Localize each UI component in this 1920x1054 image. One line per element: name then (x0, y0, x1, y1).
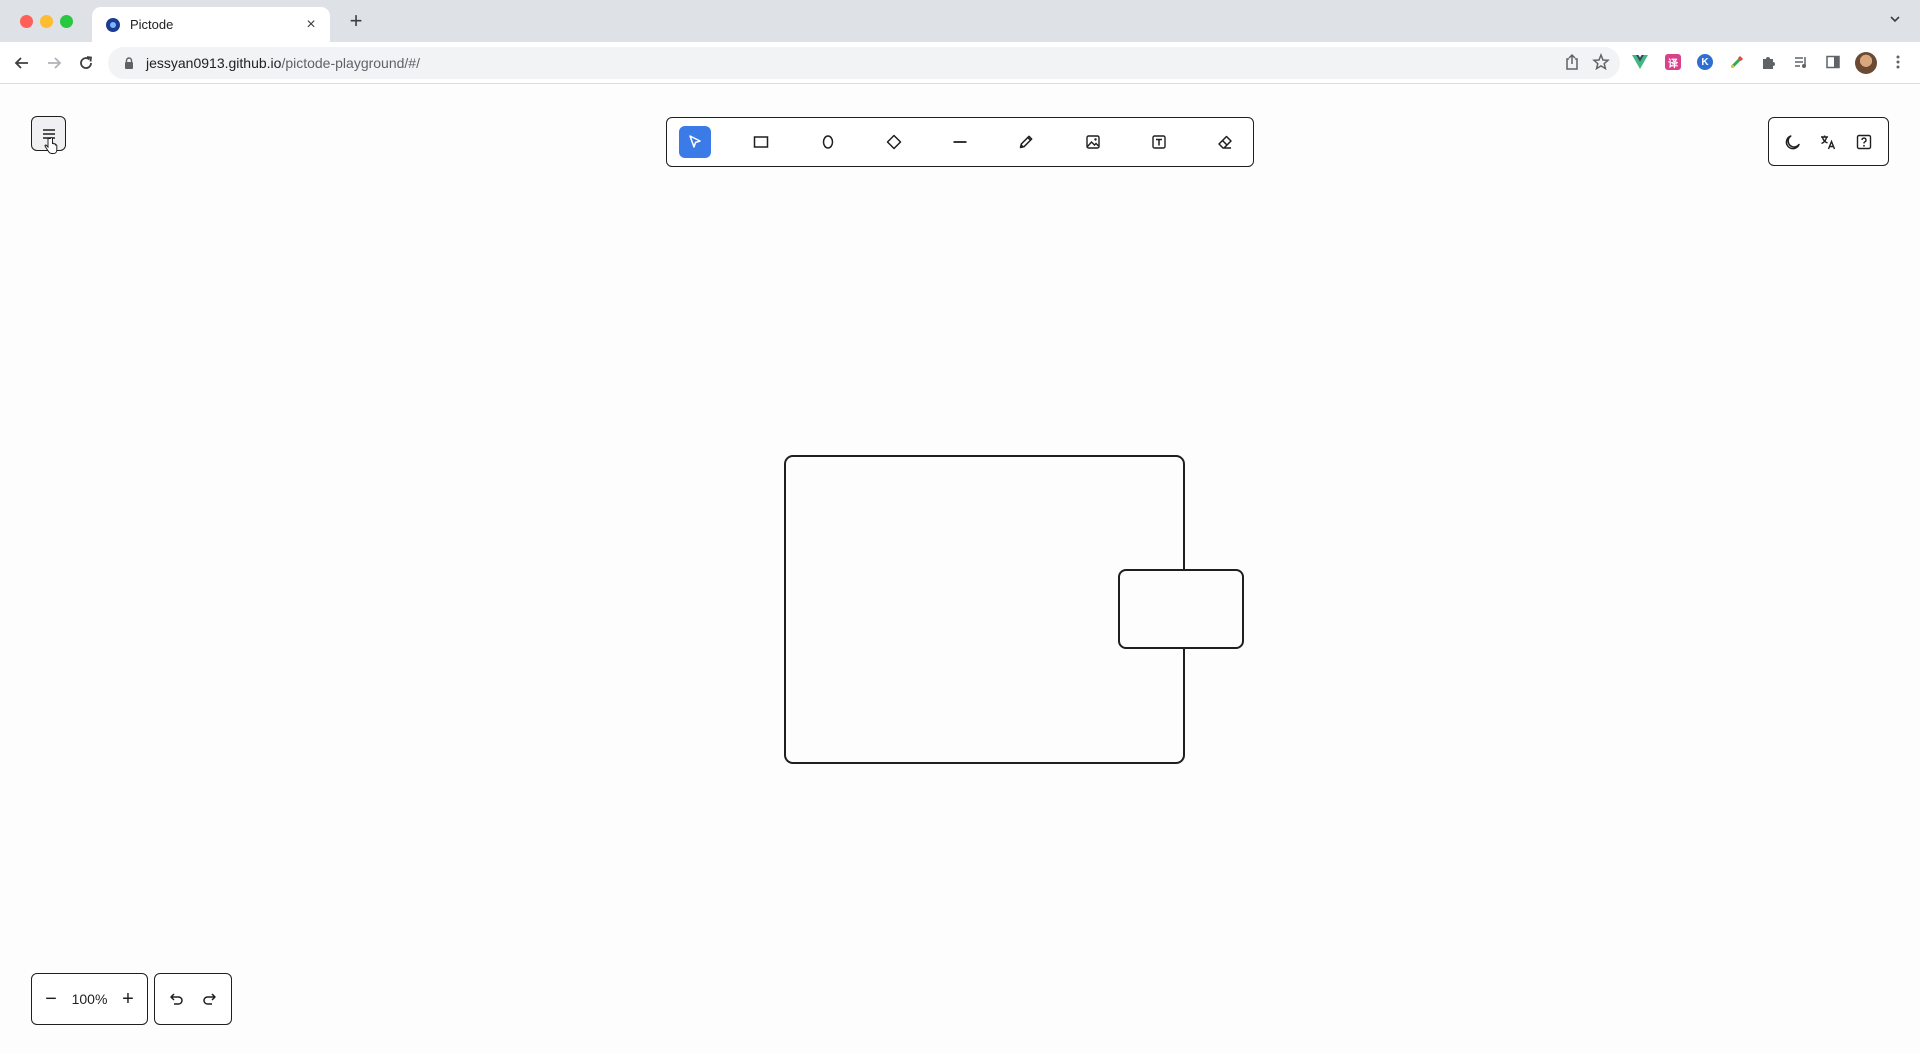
lock-icon[interactable] (122, 56, 136, 70)
tab-close-button[interactable]: × (302, 16, 320, 34)
back-arrow-icon[interactable] (10, 51, 34, 75)
tool-ellipse[interactable] (812, 126, 844, 158)
eraser-icon (1218, 135, 1232, 149)
tool-text[interactable] (1143, 126, 1175, 158)
theme-toggle-button[interactable] (1779, 128, 1807, 156)
forward-arrow-icon[interactable] (42, 51, 66, 75)
tool-diamond[interactable] (878, 126, 910, 158)
diamond-icon (886, 134, 901, 150)
tool-pencil[interactable] (1010, 126, 1042, 158)
browser-toolbar: jessyan0913.github.io/pictode-playground… (0, 42, 1920, 84)
drawing-canvas[interactable] (0, 85, 1920, 1054)
small-rectangle[interactable] (1118, 569, 1244, 649)
address-bar[interactable]: jessyan0913.github.io/pictode-playground… (108, 47, 1620, 79)
window-close-button[interactable] (20, 15, 33, 28)
zoom-controls: − 100% + (31, 973, 148, 1025)
tab-title: Pictode (130, 17, 174, 32)
profile-avatar[interactable] (1855, 52, 1877, 74)
tab-search-chevron-icon[interactable] (1888, 12, 1902, 31)
help-button[interactable] (1850, 128, 1878, 156)
share-icon[interactable] (1564, 53, 1580, 76)
tool-eraser[interactable] (1209, 126, 1241, 158)
redo-button[interactable] (199, 988, 221, 1010)
tool-image[interactable] (1077, 126, 1109, 158)
pictode-app: − 100% + (0, 85, 1920, 1054)
url-path: /pictode-playground/#/ (281, 55, 420, 71)
language-button[interactable] (1814, 128, 1842, 156)
browser-tab[interactable]: Pictode × (92, 7, 330, 42)
pencil-icon (1020, 135, 1033, 149)
ellipse-icon (822, 135, 833, 149)
moon-icon (1785, 134, 1800, 149)
zoom-out-button[interactable]: − (40, 988, 62, 1010)
reload-icon[interactable] (74, 51, 98, 75)
translate-extension-icon[interactable]: 译 (1663, 52, 1683, 72)
window-minimize-button[interactable] (40, 15, 53, 28)
hand-pointer-cursor-icon (44, 137, 58, 154)
tool-line[interactable] (944, 126, 976, 158)
undo-button[interactable] (165, 988, 187, 1010)
color-picker-extension-icon[interactable] (1727, 52, 1747, 72)
extensions-puzzle-icon[interactable] (1759, 52, 1779, 72)
pointer-arrow-icon (689, 135, 701, 148)
undo-icon (170, 993, 183, 1005)
history-controls (154, 973, 232, 1025)
new-tab-button[interactable]: + (344, 9, 368, 33)
k-extension-icon[interactable]: K (1695, 52, 1715, 72)
drawing-toolbar (666, 117, 1254, 167)
help-question-icon (1856, 134, 1872, 149)
url-host: jessyan0913.github.io (146, 55, 282, 71)
redo-icon (203, 993, 216, 1005)
zoom-in-button[interactable]: + (117, 988, 139, 1010)
line-icon (953, 141, 967, 143)
image-icon (1085, 135, 1100, 149)
text-icon (1152, 135, 1166, 149)
bookmark-star-icon[interactable] (1592, 52, 1610, 76)
settings-toolbar (1768, 117, 1889, 166)
tool-rectangle[interactable] (745, 126, 777, 158)
zoom-level[interactable]: 100% (72, 991, 108, 1007)
browser-tabstrip: Pictode × + (0, 0, 1920, 42)
rectangle-icon (754, 136, 769, 148)
media-controls-icon[interactable] (1791, 52, 1811, 72)
vue-devtools-extension-icon[interactable] (1630, 52, 1650, 72)
tool-select[interactable] (679, 126, 711, 158)
window-maximize-button[interactable] (60, 15, 73, 28)
url-text: jessyan0913.github.io/pictode-playground… (146, 55, 420, 71)
translate-icon (1821, 135, 1836, 149)
pictode-favicon-icon (106, 17, 120, 32)
browser-menu-kebab-icon[interactable] (1888, 52, 1908, 72)
side-panel-icon[interactable] (1823, 52, 1843, 72)
